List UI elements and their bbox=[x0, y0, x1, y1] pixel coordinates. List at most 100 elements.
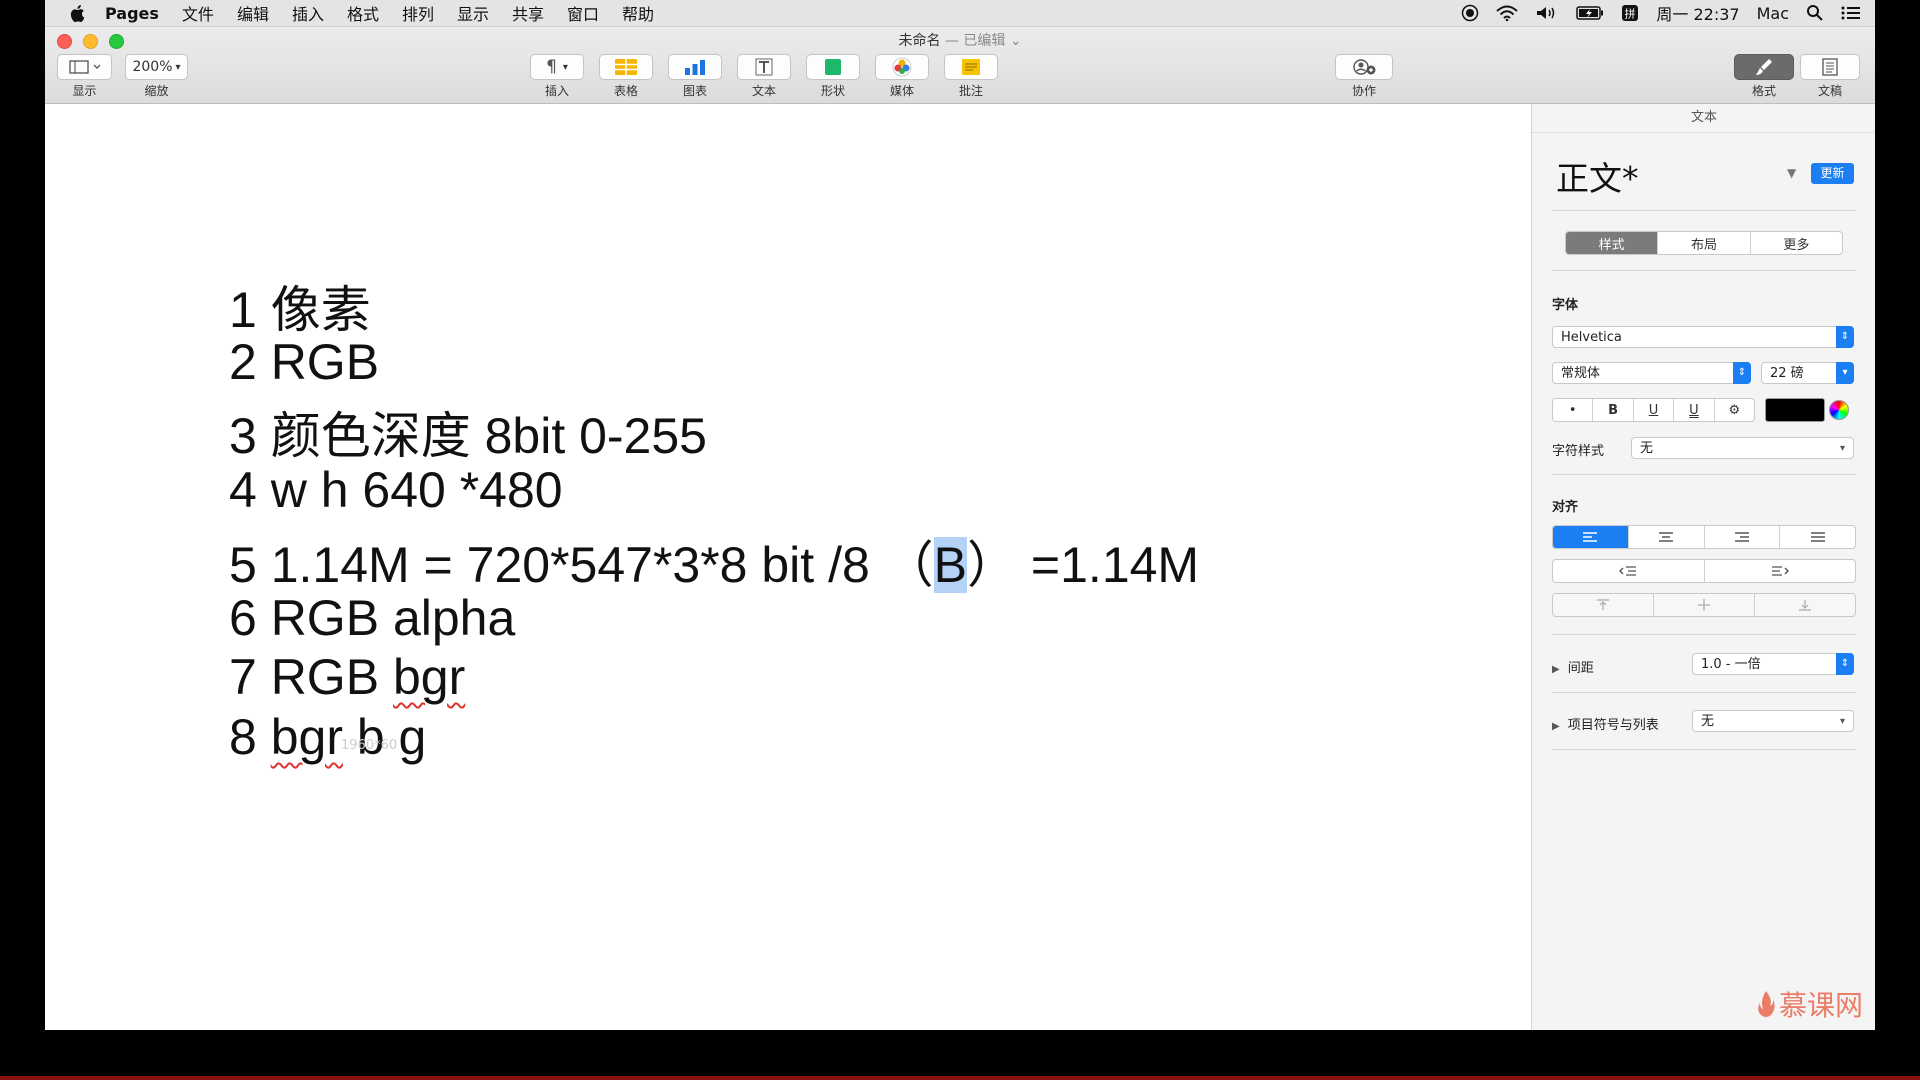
doc-line-5[interactable]: 5 1.14M = 720*547*3*8 bit /8 （B） =1.14M bbox=[229, 525, 1199, 597]
bold-button[interactable]: B bbox=[1593, 399, 1634, 421]
decrease-indent-icon[interactable] bbox=[1553, 560, 1705, 582]
chevron-down-icon[interactable]: ▼ bbox=[1787, 166, 1796, 180]
char-style-select[interactable]: 无 ▾ bbox=[1631, 437, 1854, 459]
comment-button[interactable] bbox=[944, 54, 998, 80]
format-label: 格式 bbox=[1751, 84, 1776, 98]
document-canvas[interactable]: 1 像素 2 RGB 3 颜色深度 8bit 0-255 4 w h 640 *… bbox=[45, 104, 1530, 1030]
gear-icon[interactable]: ⚙ bbox=[1715, 399, 1754, 421]
document-label: 文稿 bbox=[1817, 84, 1842, 98]
bar-chart-icon bbox=[685, 60, 705, 75]
menu-help[interactable]: 帮助 bbox=[622, 1, 654, 25]
document-inspector-button[interactable] bbox=[1800, 54, 1860, 80]
paintbrush-icon bbox=[1756, 59, 1772, 75]
screen-record-icon[interactable] bbox=[1461, 4, 1479, 22]
clock[interactable]: 周一 22:37 bbox=[1656, 1, 1739, 25]
media-button[interactable] bbox=[875, 54, 929, 80]
document-name: 未命名 bbox=[898, 33, 941, 49]
format-inspector: 文本 正文* ▼ 更新 样式 布局 更多 字体 Helvetica ⇕ 常规体 … bbox=[1531, 104, 1875, 1030]
input-method-icon[interactable]: 拼 bbox=[1621, 4, 1639, 22]
color-wheel-icon[interactable] bbox=[1829, 400, 1849, 420]
underline-button[interactable]: U bbox=[1634, 399, 1675, 421]
doc-line-8[interactable]: 8 bgr b g bbox=[229, 708, 426, 766]
chevron-down-icon: ▾ bbox=[175, 61, 181, 73]
font-size-value: 22 磅 bbox=[1770, 366, 1804, 381]
spacing-label: 间距 bbox=[1567, 661, 1594, 676]
user-name[interactable]: Mac bbox=[1757, 4, 1789, 23]
font-size-field[interactable]: 22 磅 ▾ bbox=[1761, 362, 1854, 384]
format-inspector-button[interactable] bbox=[1734, 54, 1794, 80]
doc-line-1[interactable]: 1 像素 bbox=[229, 270, 371, 342]
align-center-icon[interactable] bbox=[1629, 526, 1705, 548]
doc-line-4[interactable]: 4 w h 640 *480 bbox=[229, 461, 563, 519]
collaborate-button[interactable] bbox=[1335, 54, 1393, 80]
align-middle-icon[interactable] bbox=[1654, 594, 1755, 616]
paragraph-icon: ¶ bbox=[546, 57, 557, 77]
ghost-overlay-text: 1960*60 bbox=[341, 738, 398, 753]
table-button[interactable] bbox=[599, 54, 653, 80]
bullets-select[interactable]: 无 ▾ bbox=[1692, 710, 1854, 732]
divider bbox=[1552, 474, 1856, 475]
media-label: 媒体 bbox=[889, 84, 914, 98]
increase-indent-icon[interactable] bbox=[1705, 560, 1856, 582]
wifi-icon[interactable] bbox=[1496, 5, 1519, 21]
spelling-error[interactable]: bgr bbox=[271, 709, 343, 765]
inspector-header: 文本 bbox=[1532, 104, 1875, 133]
tab-layout[interactable]: 布局 bbox=[1658, 232, 1751, 254]
menu-edit[interactable]: 编辑 bbox=[237, 1, 269, 25]
paragraph-style-name[interactable]: 正文* bbox=[1556, 152, 1639, 200]
battery-icon[interactable] bbox=[1576, 6, 1604, 20]
menu-view[interactable]: 显示 bbox=[457, 1, 489, 25]
typeface-select[interactable]: 常规体 ⇕ bbox=[1552, 362, 1751, 384]
insert-control: ¶ ▾ 插入 bbox=[530, 54, 584, 99]
zoom-select[interactable]: 200% ▾ bbox=[125, 54, 188, 80]
align-top-icon[interactable] bbox=[1553, 594, 1654, 616]
text-color-well[interactable] bbox=[1765, 398, 1825, 422]
tab-more[interactable]: 更多 bbox=[1751, 232, 1842, 254]
align-justify-icon[interactable] bbox=[1780, 526, 1855, 548]
menu-arrange[interactable]: 排列 bbox=[402, 1, 434, 25]
apple-icon[interactable] bbox=[67, 3, 87, 23]
spacing-select[interactable]: 1.0 - 一倍 ⇕ bbox=[1692, 653, 1854, 675]
insert-button[interactable]: ¶ ▾ bbox=[530, 54, 584, 80]
edited-status: — 已编辑 bbox=[944, 33, 1006, 49]
search-icon[interactable] bbox=[1806, 4, 1824, 22]
spacing-disclosure[interactable]: ▶ 间距 bbox=[1552, 657, 1594, 676]
disclosure-triangle-icon: ▶ bbox=[1552, 721, 1560, 732]
chevron-down-icon: ▾ bbox=[1839, 716, 1845, 727]
screen: Pages 文件 编辑 插入 格式 排列 显示 共享 窗口 帮助 拼 周一 22… bbox=[45, 0, 1875, 1030]
selected-text[interactable]: B bbox=[933, 537, 968, 593]
align-left-icon[interactable] bbox=[1553, 526, 1629, 548]
bullet-button[interactable]: • bbox=[1553, 399, 1594, 421]
svg-text:拼: 拼 bbox=[1625, 7, 1636, 21]
align-right-icon[interactable] bbox=[1705, 526, 1781, 548]
collaborate-icon bbox=[1353, 59, 1376, 75]
tab-style[interactable]: 样式 bbox=[1566, 232, 1659, 254]
double-underline-button[interactable]: U bbox=[1674, 399, 1715, 421]
view-button[interactable] bbox=[57, 54, 112, 80]
menu-insert[interactable]: 插入 bbox=[292, 1, 324, 25]
table-icon bbox=[615, 59, 637, 75]
char-format-buttons: • B U U ⚙ bbox=[1552, 398, 1755, 422]
typeface-value: 常规体 bbox=[1561, 366, 1601, 381]
bullets-disclosure[interactable]: ▶ 项目符号与列表 bbox=[1552, 714, 1659, 733]
doc-line-2[interactable]: 2 RGB bbox=[229, 333, 379, 391]
spelling-error[interactable]: bgr bbox=[393, 649, 465, 705]
menu-format[interactable]: 格式 bbox=[347, 1, 379, 25]
shape-button[interactable] bbox=[806, 54, 860, 80]
doc-line-6[interactable]: 6 RGB alpha bbox=[229, 589, 515, 647]
menu-file[interactable]: 文件 bbox=[182, 1, 214, 25]
menu-window[interactable]: 窗口 bbox=[567, 1, 599, 25]
text-button[interactable] bbox=[737, 54, 791, 80]
comment-control: 批注 bbox=[944, 54, 998, 99]
volume-icon[interactable] bbox=[1535, 5, 1559, 21]
menu-share[interactable]: 共享 bbox=[512, 1, 544, 25]
notification-center-icon[interactable] bbox=[1841, 5, 1861, 21]
font-family-select[interactable]: Helvetica ⇕ bbox=[1552, 326, 1854, 348]
doc-line-7[interactable]: 7 RGB bgr bbox=[229, 648, 465, 706]
chart-button[interactable] bbox=[668, 54, 722, 80]
align-bottom-icon[interactable] bbox=[1755, 594, 1855, 616]
doc-line-3[interactable]: 3 颜色深度 8bit 0-255 bbox=[229, 396, 707, 468]
update-style-button[interactable]: 更新 bbox=[1811, 163, 1854, 184]
document-title[interactable]: 未命名 — 已编辑 ⌄ bbox=[45, 30, 1875, 50]
menu-app-pages[interactable]: Pages bbox=[105, 4, 159, 23]
